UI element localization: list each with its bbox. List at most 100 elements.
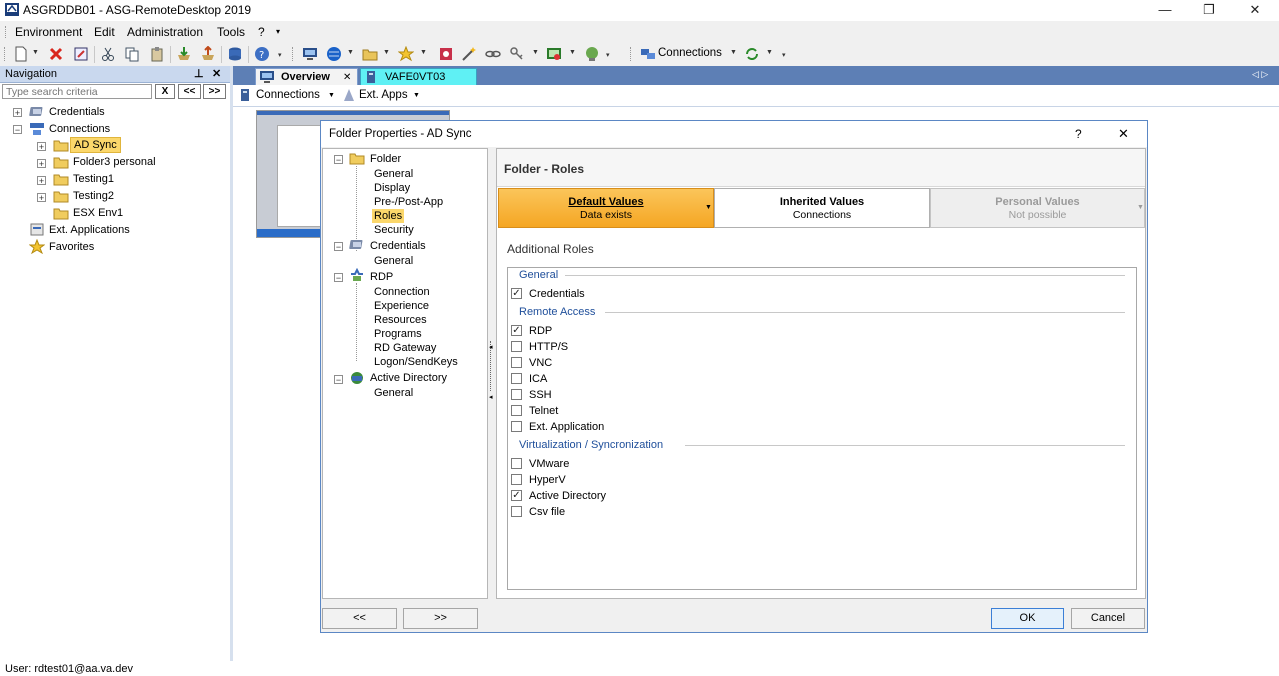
tree-ad-general[interactable]: General [374, 386, 413, 400]
expand-credentials-icon[interactable]: + [13, 108, 22, 118]
copy-icon[interactable] [124, 46, 140, 62]
role-csv-file[interactable]: Csv file [511, 504, 565, 520]
role-vnc-checkbox[interactable] [511, 356, 522, 368]
role-rdp-checkbox[interactable]: ✓ [511, 324, 522, 336]
role-vmware-checkbox[interactable] [511, 457, 522, 469]
nav-item-favorites[interactable]: Favorites [49, 239, 94, 255]
role-hyperv-checkbox[interactable] [511, 473, 522, 485]
role-ext-application[interactable]: Ext. Application [511, 419, 604, 435]
search-prev-button[interactable]: << [178, 84, 201, 99]
pin-icon[interactable]: ⊥ [194, 67, 204, 80]
tree-credentials[interactable]: Credentials [370, 239, 426, 253]
connections-dropdown-icon[interactable]: ▼ [730, 49, 737, 56]
key-icon[interactable] [509, 46, 525, 62]
ext-apps-dropdown-icon[interactable]: ▼ [413, 92, 420, 99]
export-icon[interactable] [200, 46, 216, 62]
nav-item-credentials[interactable]: Credentials [49, 104, 105, 120]
help-icon[interactable]: ? [254, 46, 270, 62]
cancel-button[interactable]: Cancel [1071, 608, 1145, 629]
tree-roles[interactable]: Roles [372, 209, 405, 223]
menu-environment[interactable]: Environment [15, 25, 82, 39]
tree-resources[interactable]: Resources [374, 313, 427, 327]
folder-add-icon[interactable] [362, 46, 378, 62]
collapse-connections-icon[interactable]: − [13, 125, 22, 135]
dialog-back-button[interactable]: << [322, 608, 397, 629]
star-dropdown-icon[interactable]: ▼ [420, 49, 427, 56]
tab-overview-close-icon[interactable]: ✕ [343, 69, 351, 86]
ok-button[interactable]: OK [991, 608, 1064, 629]
tab-scroll-icon[interactable]: ◁ ▷ [1252, 69, 1268, 80]
connections-toolbar-label[interactable]: Connections [658, 47, 722, 59]
role-ssh-checkbox[interactable] [511, 388, 522, 400]
menu-edit[interactable]: Edit [94, 25, 115, 39]
role-rdp[interactable]: ✓ RDP [511, 323, 552, 339]
subtoolbar-connections[interactable]: Connections [256, 89, 320, 101]
role-ssh[interactable]: SSH [511, 387, 552, 403]
tree-programs[interactable]: Programs [374, 327, 422, 341]
tree-display[interactable]: Display [374, 181, 410, 195]
tree-rd-gateway[interactable]: RD Gateway [374, 341, 436, 355]
star-icon[interactable] [398, 46, 414, 62]
record-icon[interactable] [438, 46, 454, 62]
role-ica[interactable]: ICA [511, 371, 547, 387]
maximize-button[interactable]: ❐ [1186, 0, 1232, 21]
role-hyperv[interactable]: HyperV [511, 472, 566, 488]
network-icon[interactable] [584, 46, 600, 62]
expand-ad-sync-icon[interactable]: + [37, 142, 46, 152]
expand-testing1-icon[interactable]: + [37, 176, 46, 186]
dialog-forward-button[interactable]: >> [403, 608, 478, 629]
subtoolbar-ext-apps[interactable]: Ext. Apps [359, 89, 408, 101]
nav-item-testing1[interactable]: Testing1 [73, 171, 114, 187]
nav-item-folder3[interactable]: Folder3 personal [73, 154, 156, 170]
nav-item-connections[interactable]: Connections [49, 121, 110, 137]
globe-dropdown-icon[interactable]: ▼ [347, 49, 354, 56]
role-ica-checkbox[interactable] [511, 372, 522, 384]
paste-icon[interactable] [149, 46, 165, 62]
delete-icon[interactable] [48, 46, 64, 62]
tab-vafe0vt03[interactable]: VAFE0VT03 [360, 68, 477, 86]
toolbar-overflow-icon[interactable]: ▾ [278, 51, 282, 59]
role-credentials[interactable]: ✓ Credentials [511, 286, 585, 302]
role-telnet-checkbox[interactable] [511, 404, 522, 416]
role-active-directory-checkbox[interactable]: ✓ [511, 489, 522, 501]
globe-icon[interactable] [326, 46, 342, 62]
role-credentials-checkbox[interactable]: ✓ [511, 287, 522, 299]
toolbar-overflow2-icon[interactable]: ▾ [606, 51, 610, 59]
minimize-button[interactable]: — [1142, 0, 1188, 21]
dialog-help-button[interactable]: ? [1075, 127, 1082, 141]
tree-credentials-general[interactable]: General [374, 254, 413, 268]
collapse-active-directory-icon[interactable]: − [334, 375, 343, 385]
expand-folder3-icon[interactable]: + [37, 159, 46, 169]
role-ext-application-checkbox[interactable] [511, 420, 522, 432]
dialog-close-button[interactable]: ✕ [1118, 126, 1129, 142]
splitter-left-icon[interactable]: ◂ [489, 343, 493, 351]
splitter-left-icon[interactable]: ◂ [489, 393, 493, 401]
tree-logon-sendkeys[interactable]: Logon/SendKeys [374, 355, 458, 369]
nav-item-esx[interactable]: ESX Env1 [73, 205, 123, 221]
connections-sub-dropdown-icon[interactable]: ▼ [328, 92, 335, 99]
tree-experience[interactable]: Experience [374, 299, 429, 313]
new-dropdown-icon[interactable]: ▼ [32, 49, 39, 56]
wand-icon[interactable] [461, 46, 477, 62]
menu-help[interactable]: ? [258, 25, 265, 39]
collapse-folder-icon[interactable]: − [334, 155, 343, 165]
refresh-dropdown-icon[interactable]: ▼ [766, 49, 773, 56]
tree-folder-general[interactable]: General [374, 167, 413, 181]
database-icon[interactable] [227, 46, 243, 62]
role-vnc[interactable]: VNC [511, 355, 552, 371]
nav-item-ad-sync[interactable]: AD Sync [70, 137, 121, 153]
menu-tools[interactable]: Tools [217, 25, 245, 39]
tree-rdp[interactable]: RDP [370, 270, 393, 284]
navigation-search-input[interactable] [2, 84, 152, 99]
screen-capture-icon[interactable] [546, 46, 562, 62]
import-icon[interactable] [176, 46, 192, 62]
tab-overview[interactable]: Overview ✕ [255, 68, 358, 86]
menu-overflow-icon[interactable]: ▾ [276, 27, 280, 36]
capture-dropdown-icon[interactable]: ▼ [569, 49, 576, 56]
menu-administration[interactable]: Administration [127, 25, 203, 39]
new-document-icon[interactable] [13, 46, 29, 62]
toolbar-overflow3-icon[interactable]: ▾ [782, 51, 786, 59]
collapse-rdp-icon[interactable]: − [334, 273, 343, 283]
inherited-values-button[interactable]: Inherited Values Connections [714, 188, 930, 228]
edit-icon[interactable] [73, 46, 89, 62]
